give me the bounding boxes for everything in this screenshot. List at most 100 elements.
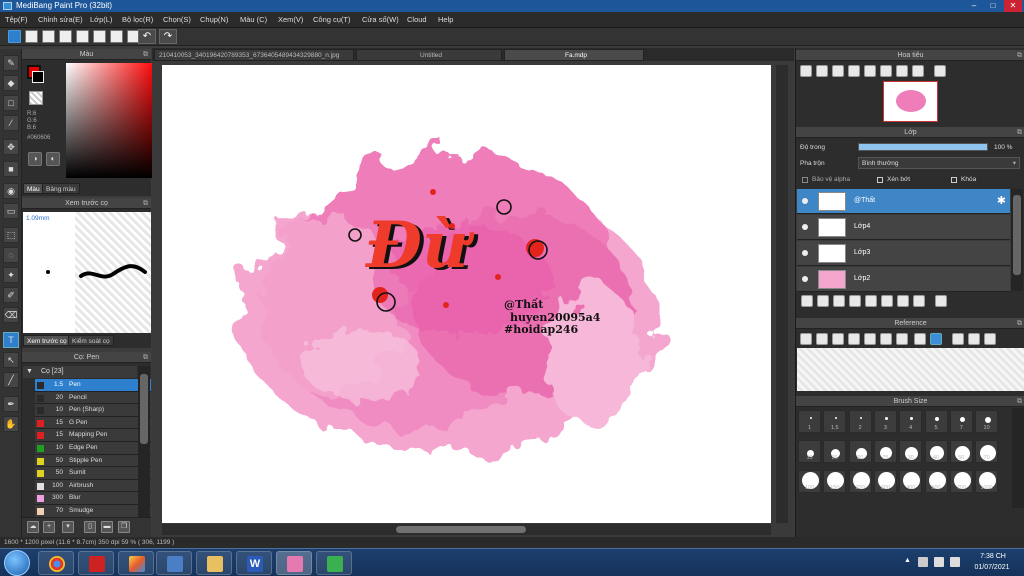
drawing-canvas[interactable]: Đừ Đừ @Thất huyen20095a4 #hoidap246 — [162, 65, 771, 523]
rotate-right-icon[interactable] — [984, 333, 996, 345]
lock-icon[interactable] — [934, 65, 946, 77]
menu-color[interactable]: Màu (C) — [240, 15, 267, 24]
new-layer-icon[interactable] — [801, 295, 813, 307]
horizontal-scroll-thumb[interactable] — [396, 526, 526, 533]
visibility-icon[interactable] — [802, 198, 808, 204]
brush-size-option[interactable]: 50 — [949, 440, 973, 463]
brush-menu-icon[interactable]: ▾ — [62, 521, 74, 533]
reference-view[interactable] — [797, 348, 1024, 391]
layer-row-lop2[interactable]: Lớp2 — [797, 267, 1010, 292]
undo-button[interactable]: ↶ — [138, 29, 156, 44]
zoom-in-icon[interactable] — [848, 333, 860, 345]
visibility-icon[interactable] — [802, 224, 808, 230]
layer-row-lop3[interactable]: Lớp3 — [797, 241, 1010, 266]
doc-tab-1[interactable]: 210410053_340196420789353_67364054894343… — [154, 49, 354, 61]
zoom-in-icon[interactable] — [800, 65, 812, 77]
gradient-tool-icon[interactable]: ▭ — [3, 203, 19, 219]
brush-item[interactable]: 1.5Pen✱ — [35, 379, 151, 392]
panel-options-icon[interactable]: ⧉ — [143, 198, 148, 209]
rectangle-tool-icon[interactable]: □ — [3, 95, 19, 111]
dotted-brush-icon[interactable]: ⁄ — [3, 115, 19, 131]
brush-item[interactable]: 15 Mapping Pen — [35, 429, 151, 442]
new-1bit-layer-icon[interactable] — [849, 295, 861, 307]
zoom-out-icon[interactable] — [816, 65, 828, 77]
maximize-button[interactable]: □ — [984, 0, 1002, 12]
eyedropper-icon[interactable] — [914, 333, 926, 345]
brush-item[interactable]: 20 Pencil — [35, 391, 151, 405]
brush-size-option[interactable]: 25 — [873, 440, 897, 463]
doc-tab-untitled[interactable]: Untitled — [356, 49, 502, 61]
transparent-swatch[interactable] — [29, 91, 43, 105]
brush-size-option[interactable]: 10 — [975, 410, 999, 433]
brush-item[interactable]: 50 Sumit — [35, 467, 151, 480]
network-icon[interactable] — [934, 557, 944, 567]
menu-file[interactable]: Tệp(F) — [5, 15, 28, 24]
menu-tools[interactable]: Công cụ(T) — [313, 15, 351, 24]
brush-item[interactable]: 50 Stipple Pen — [35, 454, 151, 468]
panel-options-icon[interactable]: ⧉ — [1017, 396, 1022, 407]
color-picker-icon[interactable]: ◐ — [46, 152, 60, 166]
tab-brush-preview[interactable]: Xem trước cọ — [23, 335, 71, 346]
redo-button[interactable]: ↷ — [159, 29, 177, 44]
new-file-icon[interactable] — [25, 30, 38, 43]
brush-size-option[interactable]: 1 — [798, 410, 821, 433]
folder-icon[interactable] — [881, 295, 893, 307]
navigator-thumbnail[interactable] — [883, 81, 938, 122]
panel-options-icon[interactable]: ⧉ — [143, 49, 148, 60]
brush-size-option[interactable]: 1000 — [975, 470, 999, 493]
brush-item[interactable]: 300 Blur — [35, 492, 151, 505]
move-tool-icon[interactable]: ✥ — [3, 139, 19, 155]
menu-edit[interactable]: Chỉnh sửa(E) — [38, 15, 83, 24]
start-button[interactable] — [4, 550, 30, 576]
brush-size-option[interactable]: 70 — [975, 440, 999, 463]
brush-size-option[interactable]: 40 — [924, 440, 948, 463]
actual-size-icon[interactable] — [896, 333, 908, 345]
select-pen-icon[interactable]: ✐ — [3, 287, 19, 303]
tab-color[interactable]: Màu — [23, 183, 44, 194]
horizontal-scrollbar[interactable] — [162, 524, 771, 535]
scrollbar-thumb[interactable] — [1013, 195, 1021, 275]
brush-tool-icon[interactable]: ✎ — [3, 55, 19, 71]
brush-size-scrollbar[interactable] — [1012, 408, 1024, 508]
visibility-icon[interactable] — [802, 276, 808, 282]
layer-menu-icon[interactable] — [865, 295, 877, 307]
close-icon[interactable] — [832, 333, 844, 345]
taskbar-chrome[interactable] — [38, 551, 74, 575]
brush-item[interactable]: 10 Edge Pen — [35, 442, 151, 455]
brush-size-option[interactable]: 400 — [899, 470, 923, 493]
brush-size-option[interactable]: 4 — [899, 410, 923, 433]
palette-icon[interactable]: ◑ — [28, 152, 42, 166]
lasso-tool-icon[interactable]: ◌ — [3, 247, 19, 263]
zoom-out-icon[interactable] — [864, 333, 876, 345]
brush-doc-icon[interactable]: ▯ — [84, 521, 96, 533]
text-tool-icon[interactable]: T — [3, 332, 19, 348]
brush-size-option[interactable]: 30 — [848, 440, 872, 463]
layer-row-lop4[interactable]: Lớp4 — [797, 215, 1010, 240]
saturation-value-picker[interactable] — [66, 63, 157, 178]
flip-icon[interactable] — [896, 65, 908, 77]
visibility-icon[interactable] — [802, 250, 808, 256]
brush-size-option[interactable]: 700 — [949, 470, 973, 493]
fit-icon[interactable] — [832, 65, 844, 77]
vertical-scrollbar[interactable] — [776, 65, 788, 523]
brush-size-option[interactable]: 500 — [924, 470, 948, 493]
clock-date[interactable]: 01/07/2021 — [966, 564, 1018, 571]
taskbar-paint[interactable] — [118, 551, 154, 575]
brush-size-option[interactable]: 7 — [949, 410, 973, 433]
eyedropper-icon[interactable]: ✒ — [3, 396, 19, 412]
gear-icon[interactable]: ✱ — [997, 194, 1006, 207]
new-8bit-layer-icon[interactable] — [833, 295, 845, 307]
taskbar-app-red[interactable] — [78, 551, 114, 575]
zoom-reset-icon[interactable] — [848, 65, 860, 77]
brush-size-option[interactable]: 5 — [924, 410, 948, 433]
list-icon[interactable] — [76, 30, 89, 43]
canvas-area[interactable]: Đừ Đừ @Thất huyen20095a4 #hoidap246 — [152, 61, 794, 537]
brush-size-option[interactable]: 2 — [848, 410, 872, 433]
blend-mode-select[interactable]: Bình thường ▾ — [858, 157, 1020, 169]
brush-item[interactable]: 70 Smudge — [35, 505, 151, 518]
brush-size-option[interactable]: 30 — [899, 440, 923, 463]
duplicate-layer-icon[interactable] — [897, 295, 909, 307]
menu-cloud[interactable]: Cloud — [407, 15, 427, 24]
brush-size-option[interactable]: 100 — [798, 470, 821, 493]
taskbar-word[interactable]: W — [236, 551, 272, 575]
